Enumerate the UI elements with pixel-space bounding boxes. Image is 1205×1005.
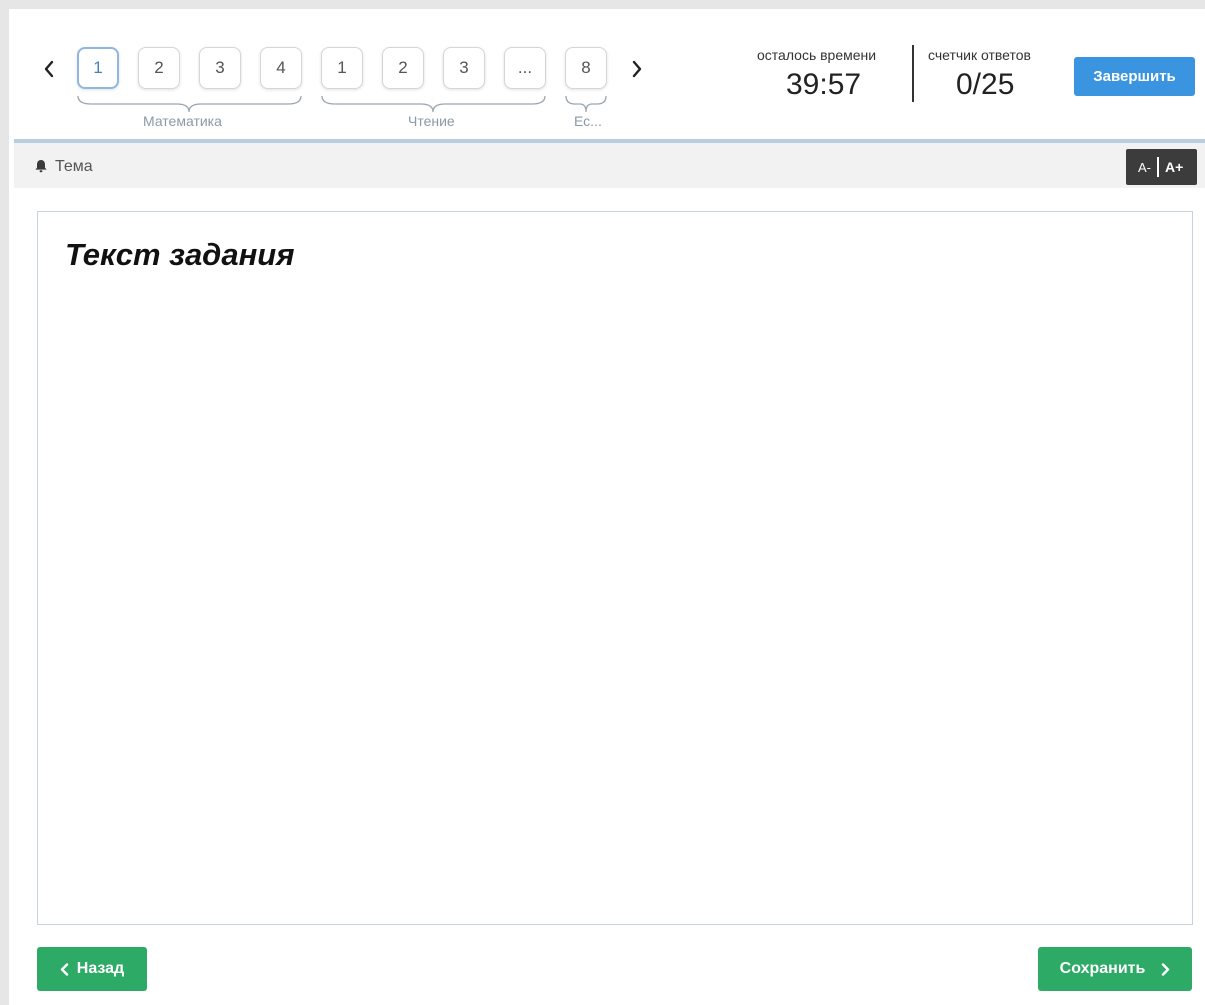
question-number: 2 bbox=[398, 58, 408, 77]
question-button-reading-2[interactable]: 2 bbox=[382, 47, 424, 89]
finish-button[interactable]: Завершить bbox=[1074, 57, 1195, 96]
question-number: 1 bbox=[337, 58, 347, 77]
window-frame-top bbox=[0, 0, 1205, 9]
question-number: 3 bbox=[215, 58, 225, 77]
group-label-science: Ес... bbox=[574, 113, 602, 129]
prev-questions-button[interactable] bbox=[37, 53, 61, 85]
font-decrease-button[interactable]: A- bbox=[1138, 160, 1151, 175]
question-number: 4 bbox=[276, 58, 286, 77]
question-button-science-8[interactable]: 8 bbox=[565, 47, 607, 89]
chevron-right-icon bbox=[1162, 962, 1170, 976]
question-button-ellipsis[interactable]: ... bbox=[504, 47, 546, 89]
save-button[interactable]: Сохранить bbox=[1038, 947, 1192, 991]
question-button-reading-1[interactable]: 1 bbox=[321, 47, 363, 89]
topic-label: Тема bbox=[55, 158, 93, 175]
group-label-math: Математика bbox=[143, 113, 222, 129]
back-button[interactable]: Назад bbox=[37, 947, 147, 991]
task-text: Текст задания bbox=[65, 237, 295, 272]
font-size-controls: A- A+ bbox=[1126, 149, 1197, 185]
bell-icon bbox=[34, 159, 48, 178]
group-label-reading: Чтение bbox=[408, 113, 455, 129]
chevron-left-icon bbox=[44, 60, 54, 78]
question-button-math-1[interactable]: 1 bbox=[77, 47, 119, 89]
question-number: 2 bbox=[154, 58, 164, 77]
save-button-label: Сохранить bbox=[1059, 960, 1146, 977]
question-number: 1 bbox=[93, 58, 103, 77]
group-brace-science bbox=[565, 94, 607, 114]
chevron-right-icon bbox=[632, 60, 642, 78]
group-brace-math bbox=[77, 94, 302, 114]
window-frame-left bbox=[0, 0, 9, 1005]
question-number: ... bbox=[517, 58, 533, 77]
question-number: 3 bbox=[459, 58, 469, 77]
topic-bar: Тема bbox=[14, 143, 1205, 188]
question-button-math-3[interactable]: 3 bbox=[199, 47, 241, 89]
back-button-label: Назад bbox=[76, 960, 125, 977]
time-remaining-label: осталось времени bbox=[757, 47, 877, 63]
answer-counter-value: 0/25 bbox=[956, 68, 1015, 101]
task-content-panel: Текст задания bbox=[37, 211, 1193, 925]
chevron-left-icon bbox=[60, 962, 68, 976]
question-button-math-4[interactable]: 4 bbox=[260, 47, 302, 89]
font-increase-button[interactable]: A+ bbox=[1165, 159, 1183, 175]
question-button-math-2[interactable]: 2 bbox=[138, 47, 180, 89]
question-button-reading-3[interactable]: 3 bbox=[443, 47, 485, 89]
next-questions-button[interactable] bbox=[625, 53, 649, 85]
question-number: 8 bbox=[581, 58, 591, 77]
answer-counter-label: счетчик ответов bbox=[928, 47, 1031, 63]
time-remaining-value: 39:57 bbox=[786, 68, 862, 101]
font-control-separator bbox=[1157, 157, 1159, 177]
stats-divider bbox=[912, 45, 914, 102]
group-brace-reading bbox=[321, 94, 546, 114]
question-navigation-header: 1 2 3 4 1 2 3 ... 8 Математика Чтение Ес… bbox=[14, 9, 1205, 140]
